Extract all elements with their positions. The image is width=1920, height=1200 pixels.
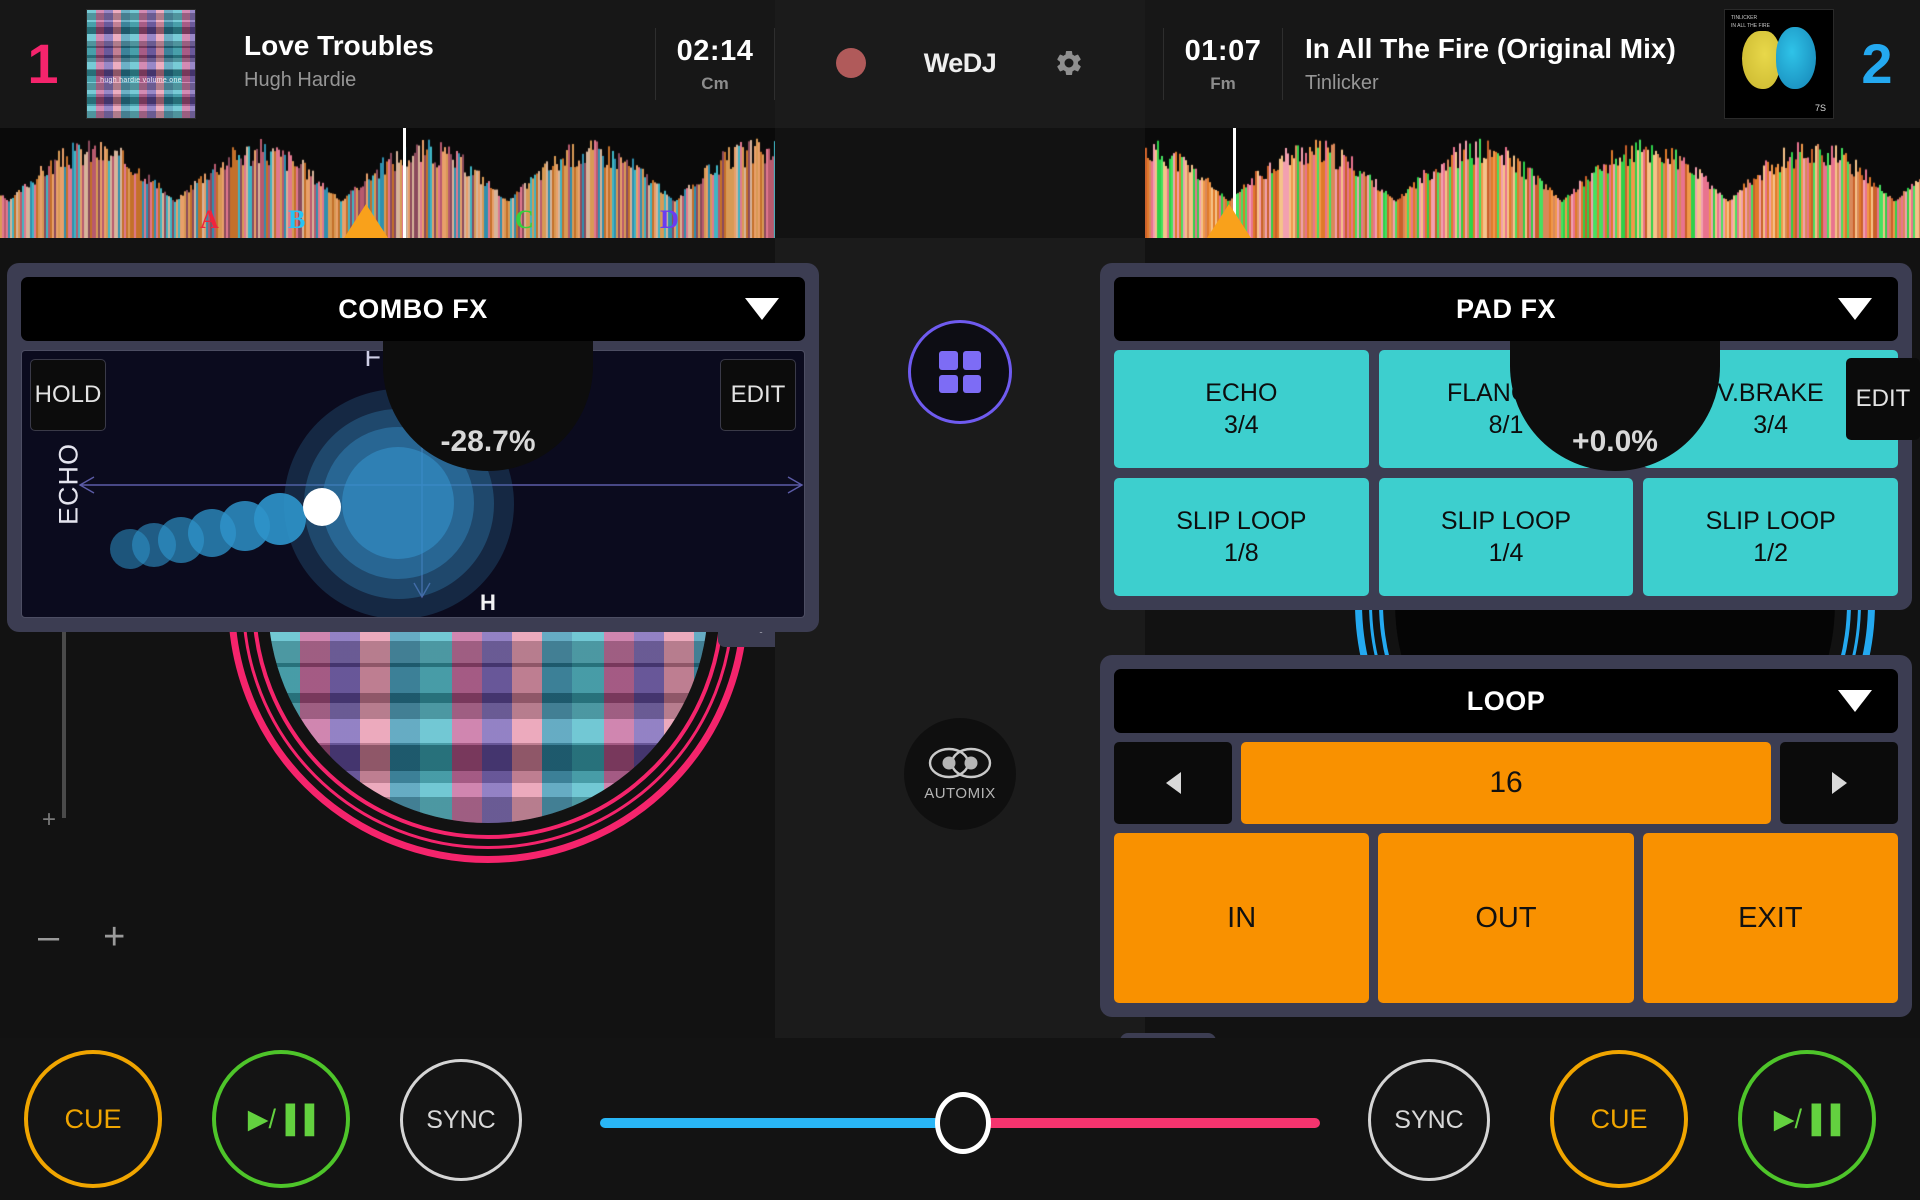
deck1-waveform[interactable]: A B C D	[0, 128, 775, 238]
pad-fx-pad-5[interactable]: SLIP LOOP1/4	[1379, 478, 1634, 596]
combo-fx-edit-button[interactable]: EDIT	[720, 359, 796, 431]
crossfader-right-track	[960, 1118, 1320, 1128]
deck2-artwork[interactable]: TINLICKER IN ALL THE FIRE 7S	[1724, 9, 1834, 119]
automix-button[interactable]: AUTOMIX	[904, 718, 1016, 830]
deck1-tempo-bottom-label: +	[42, 806, 56, 834]
combo-fx-title: COMBO FX	[338, 294, 488, 325]
deck1-track-info: Love Troubles Hugh Hardie	[222, 30, 434, 92]
deck1-tempo-step-buttons: – +	[38, 918, 125, 956]
deck1-beat-marker	[344, 204, 388, 238]
deck2-number: 2	[1834, 36, 1920, 92]
deck1-key: Cm	[701, 74, 728, 94]
deck1-cue-button[interactable]: CUE	[24, 1050, 162, 1188]
combo-fx-hold-button[interactable]: HOLD	[30, 359, 106, 431]
loop-beats-value[interactable]: 16	[1241, 742, 1771, 824]
caret-down-icon[interactable]	[1838, 690, 1872, 712]
center-header: WeDJ	[775, 0, 1145, 128]
loop-title: LOOP	[1467, 686, 1546, 717]
loop-header[interactable]: LOOP	[1114, 669, 1898, 733]
top-header: 1 hugh hardie volume one 02:14 Cm Love T…	[0, 0, 1920, 128]
deck1-artwork[interactable]: hugh hardie volume one	[86, 9, 196, 119]
combo-fx-panel: COMBO FX HOLD EDIT FILTER ECHO	[7, 263, 819, 632]
deck2-time: 01:07	[1185, 35, 1262, 68]
deck2-time-key: 01:07 Fm	[1163, 28, 1283, 100]
deck1-artwork-caption: hugh hardie volume one	[87, 77, 195, 84]
cue-marker-b[interactable]: B	[288, 205, 305, 235]
loop-exit-button[interactable]: EXIT	[1643, 833, 1898, 1003]
pad-fx-pad-1[interactable]: ECHO3/4	[1114, 350, 1369, 468]
wedj-app: 1 hugh hardie volume one 02:14 Cm Love T…	[0, 0, 1920, 1200]
automix-loop-icon	[928, 746, 992, 780]
pad-fx-panel: PAD FX ECHO3/4 FLANGER8/1 V.BRAKE3/4 SLI…	[1100, 263, 1912, 610]
triangle-left-icon[interactable]	[1114, 742, 1232, 824]
deck2-artwork-faces	[1742, 27, 1816, 93]
pad-fx-pad-4[interactable]: SLIP LOOP1/8	[1114, 478, 1369, 596]
automix-label: AUTOMIX	[924, 785, 996, 802]
combo-fx-ripple-core	[342, 447, 454, 559]
loop-in-button[interactable]: IN	[1114, 833, 1369, 1003]
pad-fx-header[interactable]: PAD FX	[1114, 277, 1898, 341]
loop-out-button[interactable]: OUT	[1378, 833, 1633, 1003]
deck2-key: Fm	[1210, 74, 1236, 94]
deck1-artist: Hugh Hardie	[244, 69, 434, 92]
gear-icon[interactable]	[1054, 48, 1084, 78]
deck2-artwork-logo: 7S	[1815, 103, 1826, 113]
caret-down-icon[interactable]	[1838, 298, 1872, 320]
waveform-row: A B C D	[0, 128, 1920, 238]
deck1-time: 02:14	[677, 35, 754, 68]
caret-down-icon[interactable]	[745, 298, 779, 320]
crossfader-knob[interactable]	[935, 1092, 991, 1154]
deck2-beat-marker	[1207, 204, 1251, 238]
deck2-track-info: In All The Fire (Original Mix) Tinlicker	[1283, 33, 1676, 95]
pad-fx-title: PAD FX	[1456, 294, 1556, 325]
cue-marker-c[interactable]: C	[515, 205, 534, 235]
deck2-artist: Tinlicker	[1305, 72, 1676, 95]
loop-size-row: 16	[1114, 742, 1898, 824]
cue-marker-a[interactable]: A	[200, 205, 219, 235]
grid-4-icon[interactable]	[908, 320, 1012, 424]
deck1-number: 1	[0, 36, 86, 92]
crossfader-left-track	[600, 1118, 960, 1128]
loop-button-row: IN OUT EXIT	[1114, 833, 1898, 1003]
pad-fx-grid: ECHO3/4 FLANGER8/1 V.BRAKE3/4 SLIP LOOP1…	[1114, 350, 1898, 596]
deck2-title: In All The Fire (Original Mix)	[1305, 33, 1676, 65]
transport-bar: CUE ▶/▐▐ SYNC SYNC CUE ▶/▐▐	[0, 1038, 1920, 1200]
deck1-sync-button[interactable]: SYNC	[400, 1059, 522, 1181]
pad-fx-edit-button[interactable]: EDIT	[1846, 358, 1920, 440]
app-logo: WeDJ	[924, 48, 997, 79]
center-column: AUTOMIX	[775, 238, 1145, 1038]
deck2-tempo-pct: +0.0%	[1572, 425, 1658, 459]
combo-fx-knob[interactable]	[303, 488, 341, 526]
deck2-play-button[interactable]: ▶/▐▐	[1738, 1050, 1876, 1188]
combo-fx-header[interactable]: COMBO FX	[21, 277, 805, 341]
deck1-header: 1 hugh hardie volume one 02:14 Cm Love T…	[0, 0, 775, 128]
deck1-platter-letter: H	[480, 590, 496, 616]
record-dot-icon[interactable]	[836, 48, 866, 78]
deck1-play-button[interactable]: ▶/▐▐	[212, 1050, 350, 1188]
deck1-tempo-pct: -28.7%	[440, 425, 535, 459]
deck1-title: Love Troubles	[244, 30, 434, 62]
pad-fx-pad-6[interactable]: SLIP LOOP1/2	[1643, 478, 1898, 596]
deck1-tempo-minus-button[interactable]: –	[38, 918, 59, 956]
deck1-playhead	[403, 128, 406, 238]
deck2-sync-button[interactable]: SYNC	[1368, 1059, 1490, 1181]
deck2-cue-button[interactable]: CUE	[1550, 1050, 1688, 1188]
triangle-right-icon[interactable]	[1780, 742, 1898, 824]
crossfader[interactable]	[600, 1096, 1320, 1146]
deck2-waveform[interactable]	[1145, 128, 1920, 238]
cue-marker-d[interactable]: D	[660, 205, 679, 235]
loop-panel: LOOP 16 IN OUT EXIT	[1100, 655, 1912, 1017]
deck2-header: 01:07 Fm In All The Fire (Original Mix) …	[1145, 0, 1920, 128]
deck1-tempo-plus-button[interactable]: +	[103, 918, 125, 956]
deck1-time-key: 02:14 Cm	[655, 28, 775, 100]
